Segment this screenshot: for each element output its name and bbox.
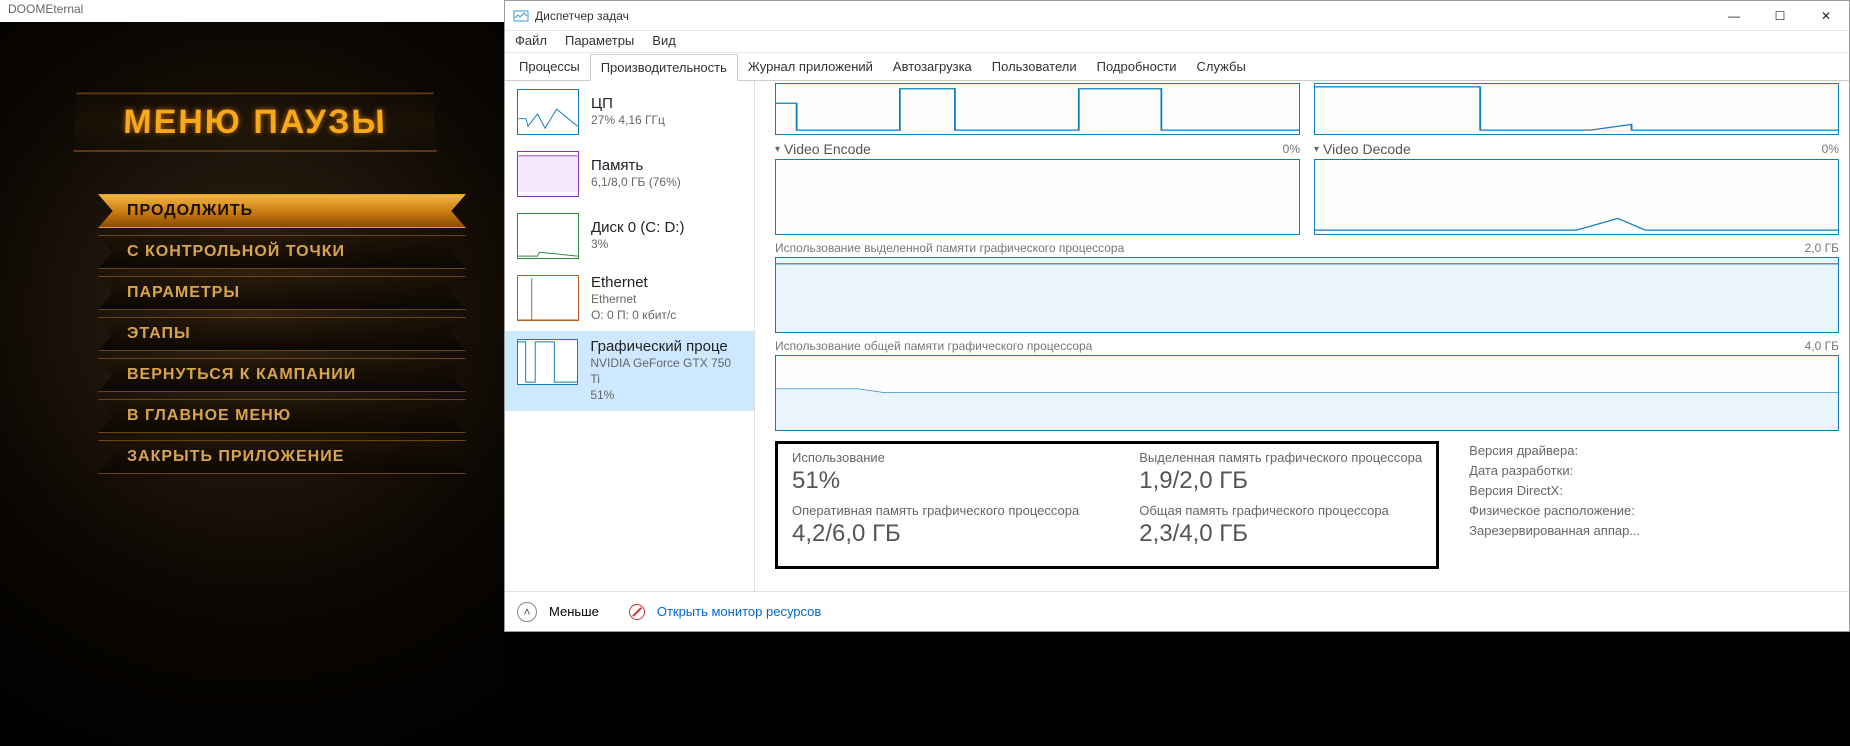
pause-menu-item-1[interactable]: С КОНТРОЛЬНОЙ ТОЧКИ <box>98 235 466 269</box>
sidebar-item-2[interactable]: Диск 0 (C: D:)3% <box>505 205 754 267</box>
menu-файл[interactable]: Файл <box>515 33 547 50</box>
meta-line: Зарезервированная аппар... <box>1469 521 1640 541</box>
less-label[interactable]: Меньше <box>549 604 599 619</box>
doom-title-text: DOOMEternal <box>8 2 83 16</box>
doom-game-area: МЕНЮ ПАУЗЫ ПРОДОЛЖИТЬ С КОНТРОЛЬНОЙ ТОЧКИ… <box>0 22 504 746</box>
gpu-stats-box: Использование 51% Оперативная память гра… <box>775 441 1439 569</box>
sidebar-item-title: Графический проце <box>590 339 742 355</box>
doom-titlebar: DOOMEternal <box>0 0 504 22</box>
video-encode-chart <box>775 159 1300 235</box>
ded-label: Выделенная память графического процессор… <box>1139 450 1422 465</box>
collapse-button[interactable]: ˄ <box>517 602 537 622</box>
pause-menu-header: МЕНЮ ПАУЗЫ <box>74 92 437 152</box>
sidebar-item-sub: NVIDIA GeForce GTX 750 Ti <box>590 355 742 387</box>
sidebar-thumb <box>517 213 579 259</box>
sidebar-item-sub: 3% <box>591 236 684 252</box>
gpuram-value: 4,2/6,0 ГБ <box>792 520 1079 548</box>
tm-main-pane: ▾ Video Encode 0% ▾ Video Decode 0% <box>755 81 1849 591</box>
open-resmon-link[interactable]: Открыть монитор ресурсов <box>657 604 821 619</box>
shared-mem-max: 4,0 ГБ <box>1805 339 1839 353</box>
tab-1[interactable]: Производительность <box>590 54 738 81</box>
tm-title-text: Диспетчер задач <box>535 9 1711 23</box>
sidebar-thumb <box>517 275 579 321</box>
pause-menu-item-6[interactable]: ЗАКРЫТЬ ПРИЛОЖЕНИЕ <box>98 440 466 474</box>
maximize-button[interactable]: ☐ <box>1757 1 1803 31</box>
doom-window: DOOMEternal МЕНЮ ПАУЗЫ ПРОДОЛЖИТЬ С КОНТР… <box>0 0 504 746</box>
gpu-3d-chart-col <box>775 81 1300 135</box>
video-decode-col: ▾ Video Decode 0% <box>1314 141 1839 235</box>
tm-titlebar[interactable]: Диспетчер задач — ☐ ✕ <box>505 1 1849 31</box>
ded-mem-max: 2,0 ГБ <box>1805 241 1839 255</box>
sidebar-item-sub: Ethernet <box>591 291 676 307</box>
sidebar-thumb <box>517 339 578 385</box>
pause-menu-title: МЕНЮ ПАУЗЫ <box>123 103 388 142</box>
tm-app-icon <box>513 8 529 24</box>
menu-вид[interactable]: Вид <box>652 33 676 50</box>
sidebar-thumb <box>517 151 579 197</box>
pause-menu-item-5[interactable]: В ГЛАВНОЕ МЕНЮ <box>98 399 466 433</box>
shared-value: 2,3/4,0 ГБ <box>1139 520 1422 548</box>
meta-line: Версия DirectX: <box>1469 481 1640 501</box>
shared-label: Общая память графического процессора <box>1139 503 1422 518</box>
shared-mem-chart <box>775 355 1839 431</box>
sidebar-item-sub: 27% 4,16 ГГц <box>591 112 665 128</box>
gpu-3d-chart <box>775 83 1300 135</box>
task-manager-window: Диспетчер задач — ☐ ✕ Файл Параметры Вид П… <box>504 0 1850 632</box>
sidebar-item-3[interactable]: EthernetEthernetО: 0 П: 0 кбит/с <box>505 267 754 331</box>
close-button[interactable]: ✕ <box>1803 1 1849 31</box>
usage-value: 51% <box>792 467 1079 495</box>
sidebar-item-title: ЦП <box>591 96 665 112</box>
video-decode-pct: 0% <box>1822 142 1839 156</box>
menu-параметры[interactable]: Параметры <box>565 33 634 50</box>
gpu-metadata: Версия драйвера:Дата разработки:Версия D… <box>1469 441 1640 569</box>
tm-menubar: Файл Параметры Вид <box>505 31 1849 53</box>
ded-value: 1,9/2,0 ГБ <box>1139 467 1422 495</box>
tab-4[interactable]: Пользователи <box>982 54 1087 81</box>
sidebar-item-0[interactable]: ЦП27% 4,16 ГГц <box>505 81 754 143</box>
video-encode-label: Video Encode <box>784 141 871 157</box>
tab-6[interactable]: Службы <box>1187 54 1256 81</box>
video-decode-chart <box>1314 159 1839 235</box>
chevron-down-icon[interactable]: ▾ <box>775 144 780 155</box>
chevron-down-icon[interactable]: ▾ <box>1314 144 1319 155</box>
tm-sidebar: ЦП27% 4,16 ГГцПамять6,1/8,0 ГБ (76%)Диск… <box>505 81 755 591</box>
shared-mem-title: Использование общей памяти графического … <box>775 339 1092 353</box>
pause-menu-item-2[interactable]: ПАРАМЕТРЫ <box>98 276 466 310</box>
sidebar-item-sub2: 51% <box>590 387 742 403</box>
gpuram-label: Оперативная память графического процессо… <box>792 503 1079 518</box>
meta-line: Дата разработки: <box>1469 461 1640 481</box>
resmon-icon <box>629 604 645 620</box>
gpu-copy-chart-col <box>1314 81 1839 135</box>
tm-tabs: ПроцессыПроизводительностьЖурнал приложе… <box>505 53 1849 81</box>
tab-2[interactable]: Журнал приложений <box>738 54 883 81</box>
minimize-button[interactable]: — <box>1711 1 1757 31</box>
pause-menu-list: ПРОДОЛЖИТЬ С КОНТРОЛЬНОЙ ТОЧКИ ПАРАМЕТРЫ ЭТ… <box>98 194 466 481</box>
sidebar-item-title: Память <box>591 158 681 174</box>
pause-menu-item-3[interactable]: ЭТАПЫ <box>98 317 466 351</box>
video-encode-col: ▾ Video Encode 0% <box>775 141 1300 235</box>
meta-line: Версия драйвера: <box>1469 441 1640 461</box>
pause-menu-item-0[interactable]: ПРОДОЛЖИТЬ <box>98 194 466 228</box>
tab-5[interactable]: Подробности <box>1087 54 1187 81</box>
sidebar-item-sub: 6,1/8,0 ГБ (76%) <box>591 174 681 190</box>
sidebar-thumb <box>517 89 579 135</box>
ded-mem-title: Использование выделенной памяти графичес… <box>775 241 1124 255</box>
meta-line: Физическое расположение: <box>1469 501 1640 521</box>
gpu-copy-chart <box>1314 83 1839 135</box>
sidebar-item-4[interactable]: Графический процеNVIDIA GeForce GTX 750 … <box>505 331 754 411</box>
sidebar-item-title: Ethernet <box>591 275 676 291</box>
usage-label: Использование <box>792 450 1079 465</box>
sidebar-item-1[interactable]: Память6,1/8,0 ГБ (76%) <box>505 143 754 205</box>
pause-menu-item-4[interactable]: ВЕРНУТЬСЯ К КАМПАНИИ <box>98 358 466 392</box>
tab-3[interactable]: Автозагрузка <box>883 54 982 81</box>
sidebar-item-title: Диск 0 (C: D:) <box>591 220 684 236</box>
ded-mem-chart <box>775 257 1839 333</box>
video-decode-label: Video Decode <box>1323 141 1411 157</box>
tm-footer: ˄ Меньше Открыть монитор ресурсов <box>505 591 1849 631</box>
sidebar-item-sub2: О: 0 П: 0 кбит/с <box>591 307 676 323</box>
video-encode-pct: 0% <box>1283 142 1300 156</box>
tab-0[interactable]: Процессы <box>509 54 590 81</box>
